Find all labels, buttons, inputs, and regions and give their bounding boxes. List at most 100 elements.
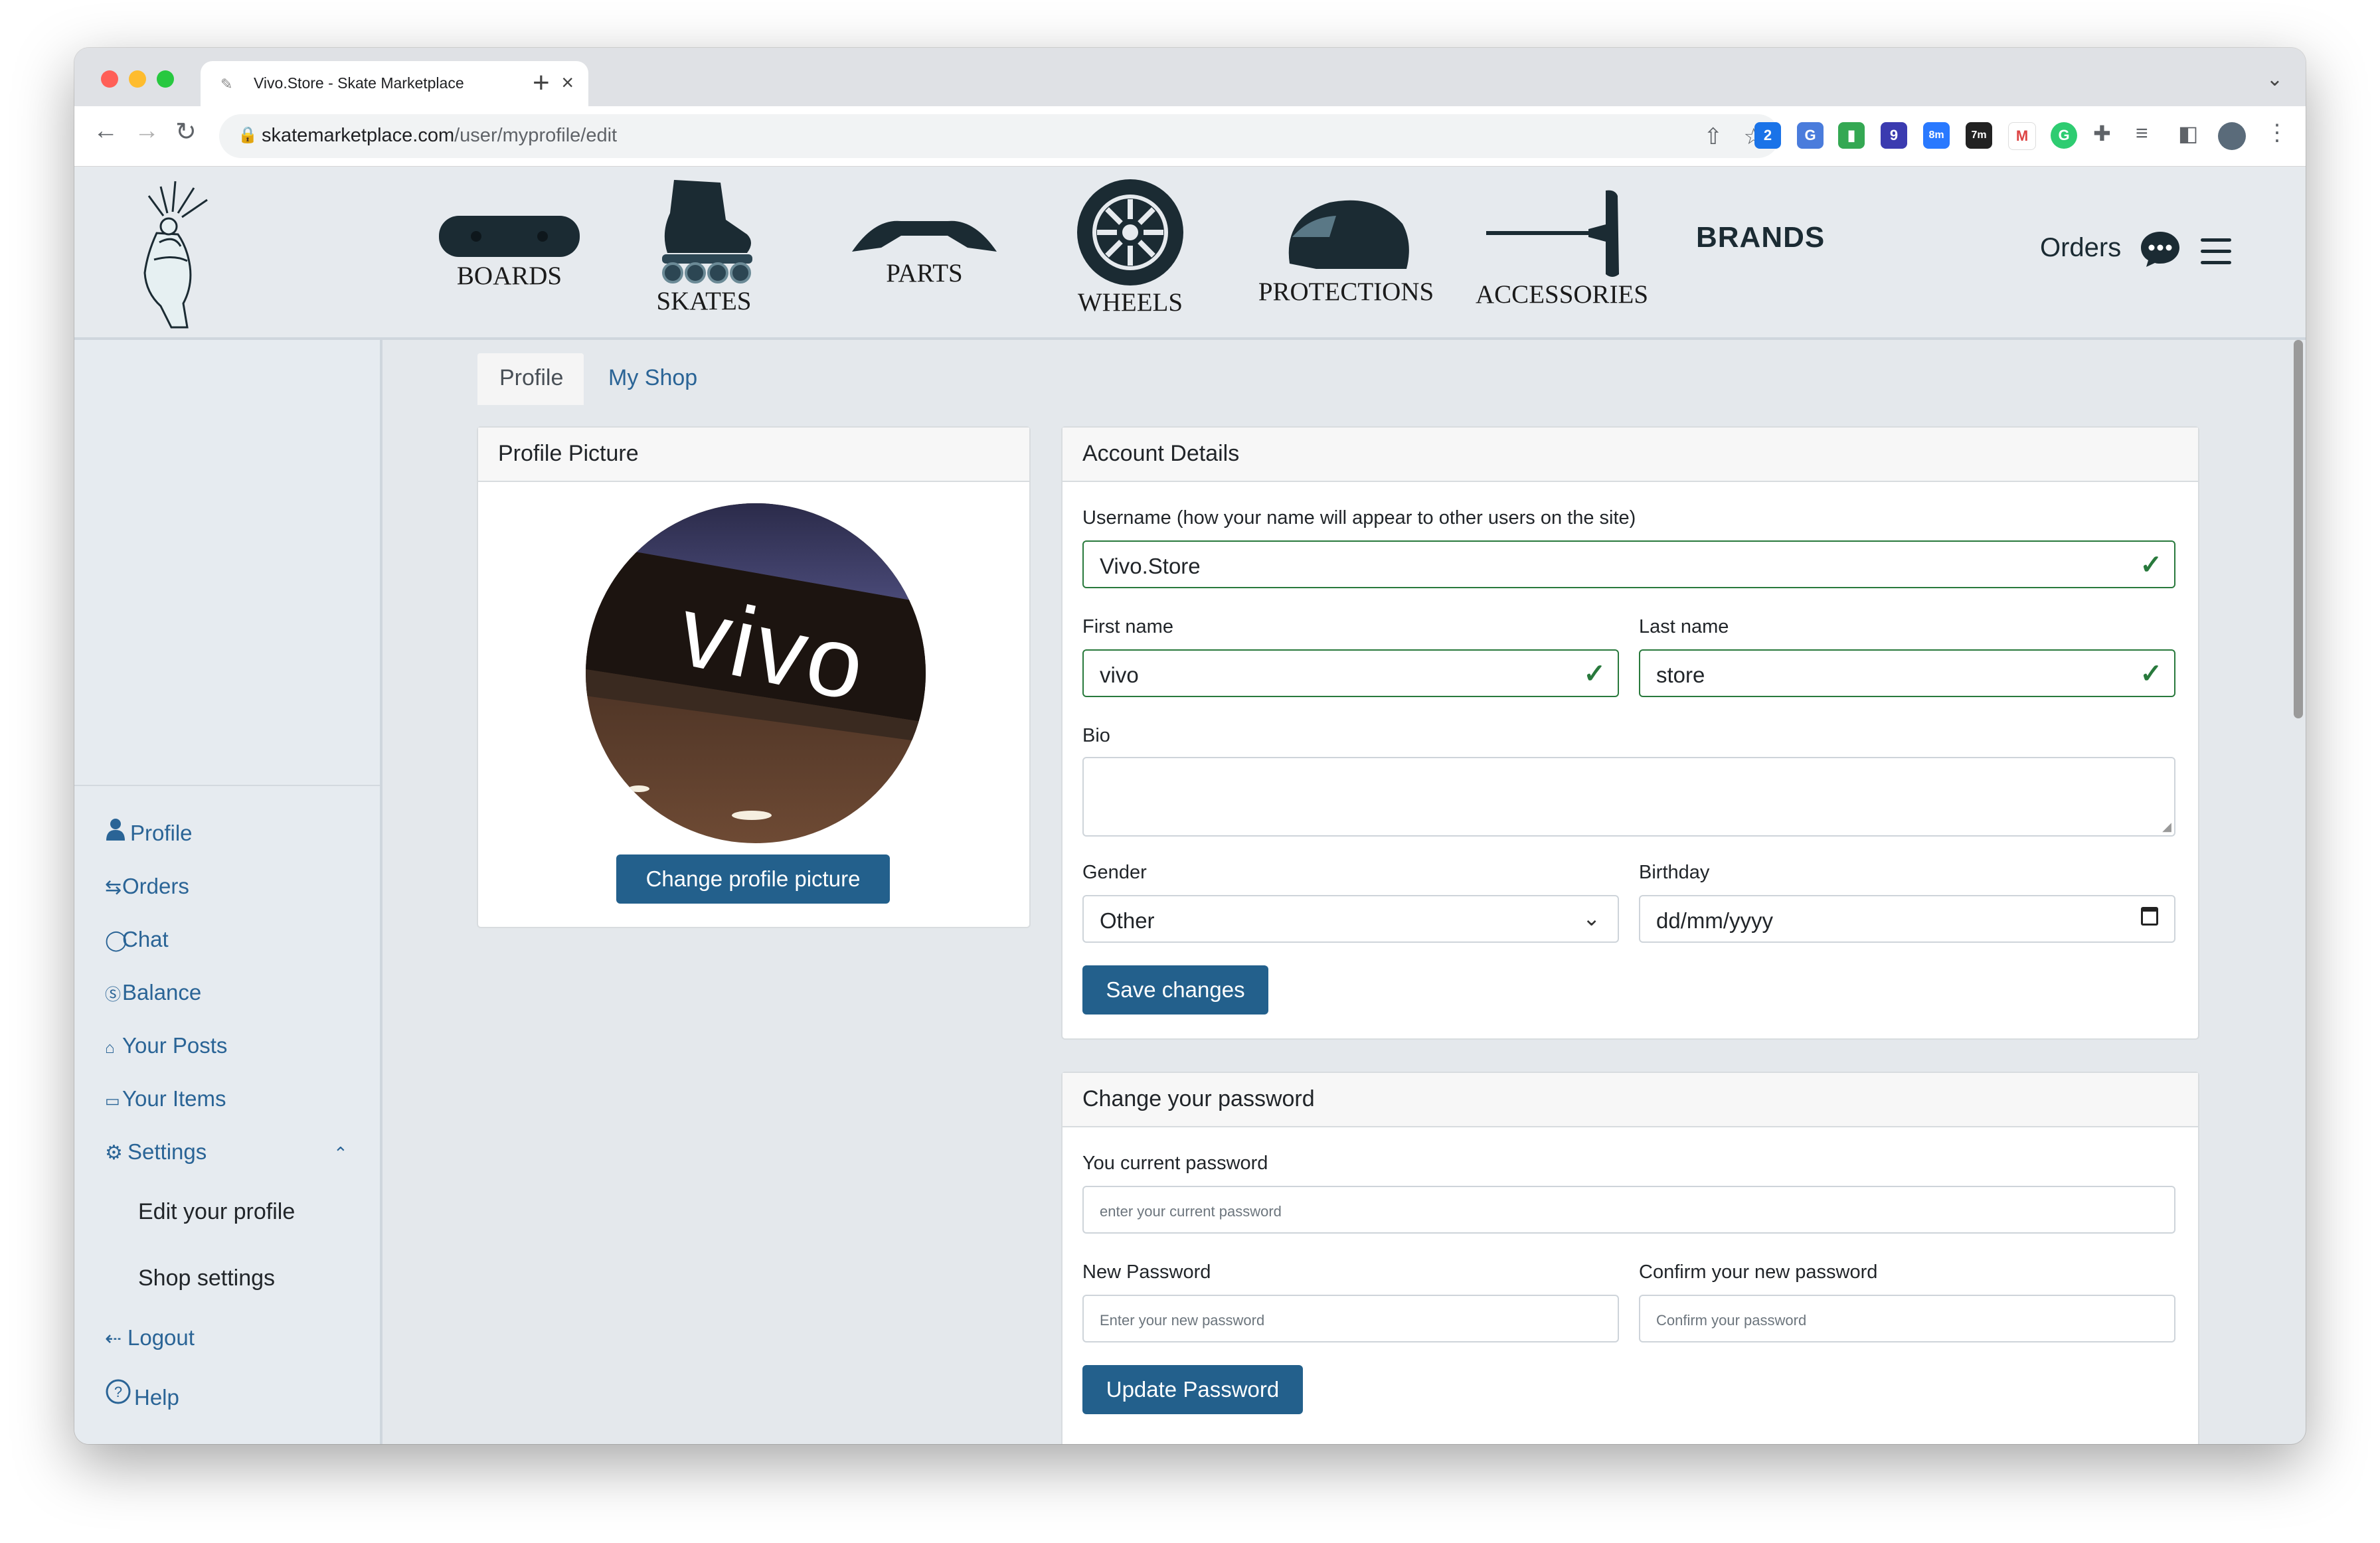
category-skates[interactable]: SKATES xyxy=(644,173,764,316)
username-value: Vivo.Store xyxy=(1100,554,1201,578)
category-protections[interactable]: PROTECTIONS xyxy=(1256,191,1436,307)
birthday-field[interactable]: dd/mm/yyyy xyxy=(1639,895,2175,943)
category-label: SKATES xyxy=(656,287,752,315)
tab-bar: ✎ Vivo.Store - Skate Marketplace × + ⌄ xyxy=(74,48,2306,106)
chevron-up-icon[interactable]: ⌃ xyxy=(333,1143,348,1164)
last-name-field[interactable]: store ✓ xyxy=(1639,649,2175,697)
gmail-extension-icon[interactable]: M xyxy=(2008,122,2036,150)
extension-icon[interactable]: 9 xyxy=(1881,122,1907,149)
sidebar-sub-shop-settings[interactable]: Shop settings xyxy=(138,1265,275,1291)
category-label: ACCESSORIES xyxy=(1476,280,1649,309)
sidebar-item-settings[interactable]: ⚙ Settings xyxy=(105,1139,207,1165)
category-parts[interactable]: PARTS xyxy=(845,212,1004,288)
svg-text:?: ? xyxy=(114,1384,122,1400)
browser-menu-icon[interactable]: ⋮ xyxy=(2266,120,2288,146)
sidebar-item-balance[interactable]: ⓈBalance xyxy=(105,980,201,1005)
username-label: Username (how your name will appear to o… xyxy=(1082,507,1636,528)
help-circle-icon: ? xyxy=(105,1378,134,1410)
side-panel-icon[interactable]: ◧ xyxy=(2178,121,2198,146)
site-logo-icon[interactable] xyxy=(114,173,220,333)
category-wheels[interactable]: WHEELS xyxy=(1070,177,1190,317)
sidebar-item-help[interactable]: ? Help xyxy=(105,1378,179,1410)
brands-link[interactable]: BRANDS xyxy=(1696,221,1825,254)
sidebar-item-chat[interactable]: ◯Chat xyxy=(105,927,169,952)
category-accessories[interactable]: ACCESSORIES xyxy=(1476,187,1648,309)
calendar-icon[interactable] xyxy=(2141,907,2158,926)
reading-list-icon[interactable]: ≡ xyxy=(2136,121,2148,145)
sidebar-item-your-items[interactable]: ▭ Your Items xyxy=(105,1086,226,1111)
chevron-down-icon: ⌄ xyxy=(1582,906,1600,930)
close-tab-icon[interactable]: × xyxy=(561,70,574,95)
avatar[interactable]: vivo xyxy=(586,503,926,843)
category-label: PROTECTIONS xyxy=(1258,278,1434,306)
category-label: WHEELS xyxy=(1077,288,1183,317)
current-password-field[interactable]: enter your current password xyxy=(1082,1186,2175,1234)
gender-select[interactable]: Other ⌄ xyxy=(1082,895,1619,943)
extension-icon[interactable]: 8m xyxy=(1923,122,1950,149)
maximize-window-button[interactable] xyxy=(157,70,174,88)
gender-value: Other xyxy=(1100,908,1155,933)
sidebar-item-label: Orders xyxy=(122,874,189,898)
avatar-image: vivo xyxy=(586,503,926,843)
reload-icon[interactable]: ↻ xyxy=(175,117,197,147)
sidebar-item-orders[interactable]: ⇆Orders xyxy=(105,874,189,899)
extensions-puzzle-icon[interactable]: ✚ xyxy=(2093,121,2111,146)
address-bar[interactable]: 🔒 skatemarketplace.com/user/myprofile/ed… xyxy=(219,114,1780,158)
inline-skate-icon xyxy=(662,180,752,284)
chat-bubble-icon[interactable] xyxy=(2140,230,2181,268)
logout-icon: ⇠ xyxy=(105,1328,122,1350)
board-icon xyxy=(439,216,580,257)
first-name-label: First name xyxy=(1082,616,1173,637)
sidebar-item-label: Your Posts xyxy=(122,1033,228,1058)
page-scrollbar[interactable] xyxy=(2294,340,2303,718)
sidebar-item-your-posts[interactable]: ⌂ Your Posts xyxy=(105,1033,227,1058)
hamburger-menu-icon[interactable] xyxy=(2201,238,2231,272)
card-header: Change your password xyxy=(1062,1073,2198,1127)
person-icon xyxy=(105,818,130,846)
tab-search-chevron-icon[interactable]: ⌄ xyxy=(2266,68,2283,91)
sidebar-item-label: Settings xyxy=(128,1139,207,1164)
new-password-field[interactable]: Enter your new password xyxy=(1082,1295,1619,1342)
bio-textarea[interactable]: ◢ xyxy=(1082,757,2175,837)
update-password-button[interactable]: Update Password xyxy=(1082,1365,1303,1414)
sidebar-sub-edit-profile[interactable]: Edit your profile xyxy=(138,1199,295,1225)
tab-profile-label[interactable]: Profile xyxy=(499,365,563,391)
forward-icon[interactable]: → xyxy=(134,117,159,145)
helmet-icon xyxy=(1288,200,1409,269)
url-text: skatemarketplace.com/user/myprofile/edit xyxy=(262,125,618,146)
change-profile-picture-button[interactable]: Change profile picture xyxy=(616,854,890,904)
first-name-value: vivo xyxy=(1100,663,1139,687)
orders-link[interactable]: Orders xyxy=(2040,233,2121,263)
close-window-button[interactable] xyxy=(101,70,118,88)
sidebar-item-profile[interactable]: Profile xyxy=(105,818,193,846)
username-field[interactable]: Vivo.Store ✓ xyxy=(1082,540,2175,588)
new-tab-icon[interactable]: + xyxy=(533,66,550,100)
extension-icon[interactable]: 2 xyxy=(1754,122,1781,149)
current-password-label: You current password xyxy=(1082,1153,1268,1174)
truck-part-icon xyxy=(852,220,997,252)
sidebar-item-label: Help xyxy=(134,1385,179,1410)
card-header: Account Details xyxy=(1062,428,2198,482)
sidebar-item-logout[interactable]: ⇠ Logout xyxy=(105,1325,195,1350)
grammar-extension-icon[interactable]: G xyxy=(2051,122,2077,149)
minimize-window-button[interactable] xyxy=(129,70,146,88)
analytics-extension-icon[interactable]: ▮ xyxy=(1838,122,1865,149)
resize-handle-icon[interactable]: ◢ xyxy=(2162,820,2171,834)
confirm-password-field[interactable]: Confirm your password xyxy=(1639,1295,2175,1342)
browser-window: ✎ Vivo.Store - Skate Marketplace × + ⌄ ←… xyxy=(74,48,2306,1444)
tab-my-shop[interactable]: My Shop xyxy=(608,365,697,391)
card-title: Profile Picture xyxy=(498,441,639,466)
card-title: Account Details xyxy=(1082,441,1240,466)
profile-avatar-icon[interactable] xyxy=(2218,122,2246,150)
browser-tab[interactable]: ✎ Vivo.Store - Skate Marketplace × xyxy=(201,61,588,106)
browser-toolbar: ← → ↻ 🔒 skatemarketplace.com/user/myprof… xyxy=(74,106,2306,167)
last-name-label: Last name xyxy=(1639,616,1729,637)
extension-icon[interactable]: 7m xyxy=(1966,122,1992,149)
first-name-field[interactable]: vivo ✓ xyxy=(1082,649,1619,697)
category-boards[interactable]: BOARDS xyxy=(433,208,586,291)
share-icon[interactable]: ⇧ xyxy=(1704,123,1723,150)
save-changes-button[interactable]: Save changes xyxy=(1082,965,1268,1015)
translate-extension-icon[interactable]: G xyxy=(1797,122,1824,149)
birthday-label: Birthday xyxy=(1639,862,1710,883)
back-icon[interactable]: ← xyxy=(93,117,118,145)
